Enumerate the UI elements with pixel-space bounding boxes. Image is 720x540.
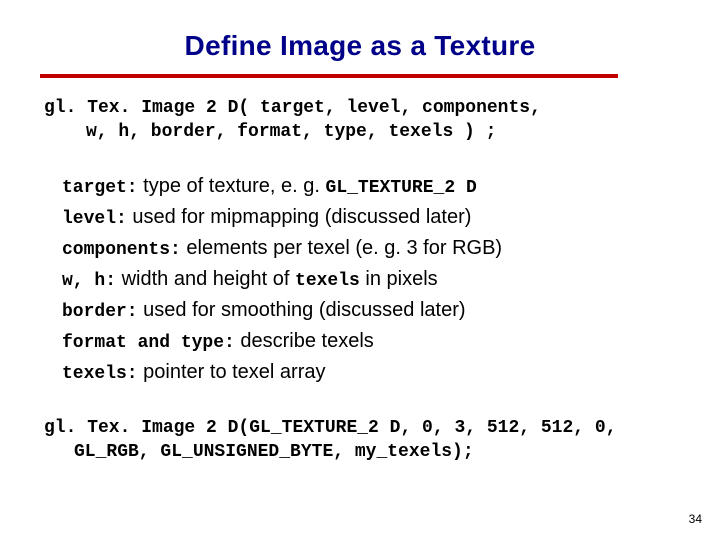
title-underline xyxy=(40,74,618,78)
def-desc: elements per texel (e. g. 3 for RGB) xyxy=(181,237,502,259)
slide: Define Image as a Texture gl. Tex. Image… xyxy=(0,0,720,464)
def-wh: w, h: width and height of texels in pixe… xyxy=(62,264,680,295)
signature-line-1: gl. Tex. Image 2 D( target, level, compo… xyxy=(44,96,680,120)
def-desc: type of texture, e. g. xyxy=(138,175,326,197)
def-target: target: type of texture, e. g. GL_TEXTUR… xyxy=(62,171,680,202)
def-code: texels xyxy=(295,271,360,291)
def-desc: pointer to texel array xyxy=(138,361,326,383)
def-format-type: format and type: describe texels xyxy=(62,326,680,357)
def-term: components: xyxy=(62,240,181,260)
example-line-1: gl. Tex. Image 2 D(GL_TEXTURE_2 D, 0, 3,… xyxy=(44,416,680,440)
parameter-definitions: target: type of texture, e. g. GL_TEXTUR… xyxy=(62,171,680,388)
def-term: level: xyxy=(62,209,127,229)
page-number: 34 xyxy=(689,512,702,526)
example-line-2: GL_RGB, GL_UNSIGNED_BYTE, my_texels); xyxy=(74,440,680,464)
def-level: level: used for mipmapping (discussed la… xyxy=(62,202,680,233)
def-term: format and type: xyxy=(62,333,235,353)
def-components: components: elements per texel (e. g. 3 … xyxy=(62,233,680,264)
function-signature: gl. Tex. Image 2 D( target, level, compo… xyxy=(44,96,680,145)
def-texels: texels: pointer to texel array xyxy=(62,357,680,388)
def-desc: used for smoothing (discussed later) xyxy=(138,299,466,321)
def-desc: width and height of xyxy=(116,268,295,290)
signature-line-2: w, h, border, format, type, texels ) ; xyxy=(86,120,680,144)
def-term: w, h: xyxy=(62,271,116,291)
def-code: GL_TEXTURE_2 D xyxy=(326,178,477,198)
def-term: texels: xyxy=(62,364,138,384)
def-desc: describe texels xyxy=(235,330,374,352)
slide-title: Define Image as a Texture xyxy=(40,30,680,62)
def-desc: used for mipmapping (discussed later) xyxy=(127,206,472,228)
def-term: border: xyxy=(62,302,138,322)
def-term: target: xyxy=(62,178,138,198)
def-border: border: used for smoothing (discussed la… xyxy=(62,295,680,326)
example-call: gl. Tex. Image 2 D(GL_TEXTURE_2 D, 0, 3,… xyxy=(44,416,680,465)
def-desc-b: in pixels xyxy=(360,268,438,290)
